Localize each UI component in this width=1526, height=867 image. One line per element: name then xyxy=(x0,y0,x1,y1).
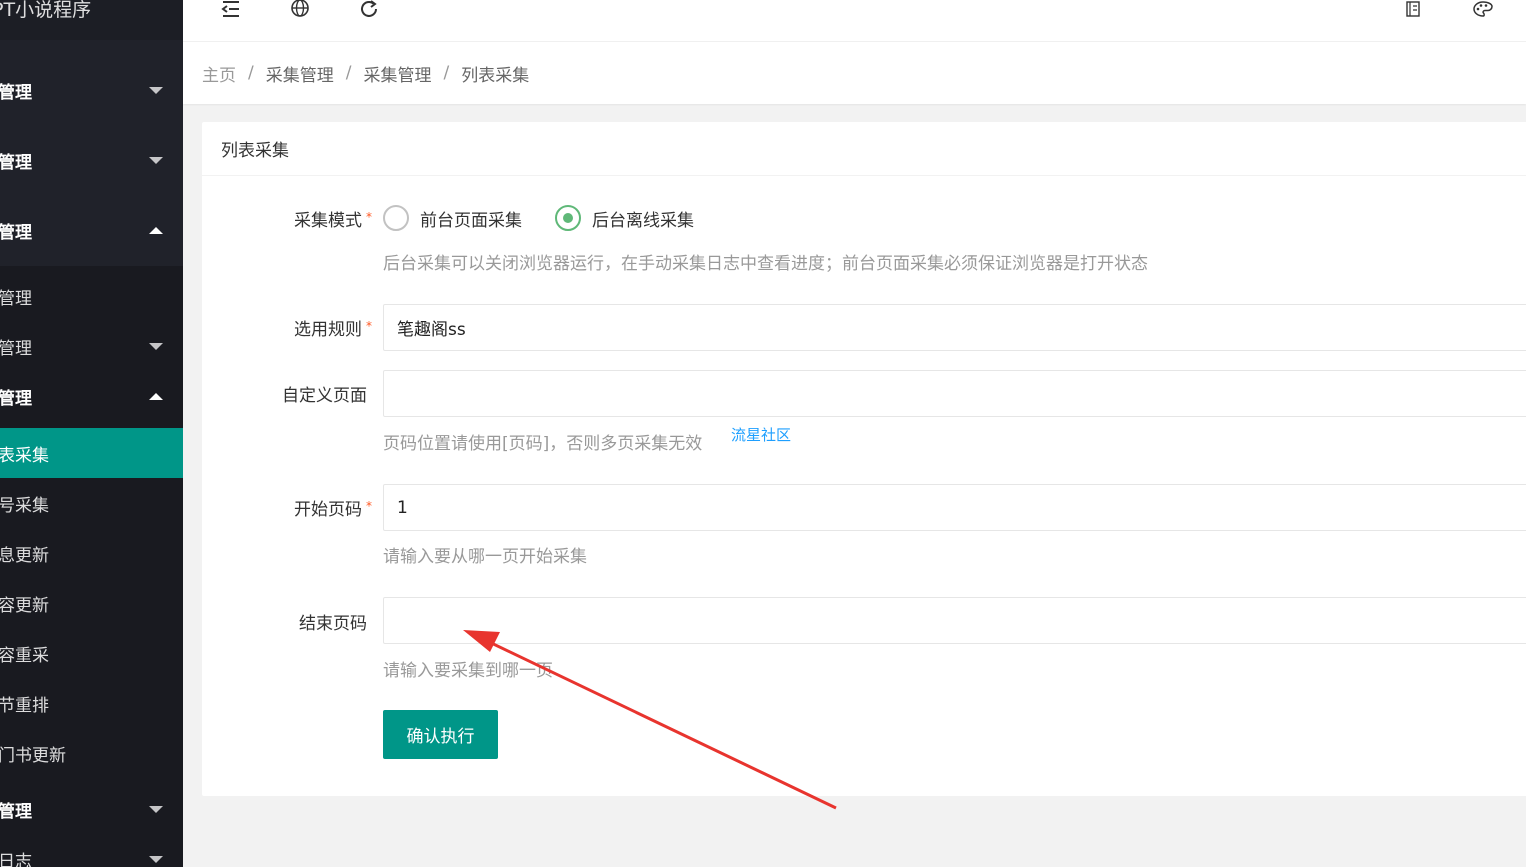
radio-front-page[interactable]: 前台页面采集 xyxy=(383,205,522,231)
required-mark: * xyxy=(366,319,372,333)
sidebar-item-label: 容重采 xyxy=(0,645,49,666)
chevron-down-icon xyxy=(149,86,163,94)
chevron-down-icon xyxy=(149,855,163,863)
sidebar-item-label: 表采集 xyxy=(0,445,49,466)
start-page-label: 开始页码 * xyxy=(202,495,372,520)
sidebar-item-2[interactable]: 管理 xyxy=(0,135,183,185)
watermark-link: 流星社区 xyxy=(731,426,792,444)
sidebar-item-label: 息更新 xyxy=(0,545,49,566)
radio-circle-checked xyxy=(555,205,581,231)
radio-circle xyxy=(383,205,409,231)
chevron-down-icon xyxy=(149,156,163,164)
breadcrumb-item[interactable]: 采集管理 xyxy=(363,61,431,86)
custom-page-hint: 页码位置请使用[页码]，否则多页采集无效 xyxy=(383,434,703,454)
sidebar: PT小说程序 管理 管理 管理 管理 管理 管理 表采集 号采集 息更新 容更新… xyxy=(0,0,183,867)
mode-label-text: 采集模式 xyxy=(294,211,362,231)
end-page-label: 结束页码 xyxy=(299,614,367,634)
sidebar-item-label: 门书更新 xyxy=(0,745,66,766)
sidebar-item-label: 管理 xyxy=(0,801,32,822)
sidebar-item-13[interactable]: 门书更新 xyxy=(0,728,183,778)
required-mark: * xyxy=(366,499,372,513)
sidebar-item-label: 号采集 xyxy=(0,495,49,516)
sidebar-item-8[interactable]: 号采集 xyxy=(0,478,183,528)
sidebar-item-label: 日志 xyxy=(0,851,32,867)
start-page-input[interactable]: 1 xyxy=(383,484,1526,531)
start-page-hint: 请输入要从哪一页开始采集 xyxy=(383,547,587,567)
sidebar-item-label: 管理 xyxy=(0,82,32,103)
start-page-label-text: 开始页码 xyxy=(294,500,362,520)
sidebar-item-1[interactable]: 管理 xyxy=(0,65,183,115)
top-header xyxy=(183,0,1526,42)
sidebar-item-12[interactable]: 节重排 xyxy=(0,678,183,728)
breadcrumb: 主页 / 采集管理 / 采集管理 / 列表采集 xyxy=(183,42,1526,104)
sidebar-item-label: 管理 xyxy=(0,152,32,173)
sidebar-item-label: 管理 xyxy=(0,288,32,309)
breadcrumb-home[interactable]: 主页 xyxy=(202,61,236,86)
form-card: 列表采集 采集模式 * 前台页面采集 后台离线采集 后台采集可以关闭浏览器运行，在… xyxy=(202,122,1526,796)
custom-page-label: 自定义页面 xyxy=(282,386,367,406)
theme-palette-icon[interactable] xyxy=(1471,0,1495,22)
sidebar-item-3[interactable]: 管理 xyxy=(0,205,183,255)
sidebar-item-14[interactable]: 管理 xyxy=(0,784,183,834)
chevron-down-icon xyxy=(149,342,163,350)
sidebar-item-4[interactable]: 管理 xyxy=(0,271,183,321)
sidebar-item-label: 容更新 xyxy=(0,595,49,616)
mode-label: 采集模式 * xyxy=(202,206,372,231)
breadcrumb-current: 列表采集 xyxy=(461,65,530,86)
sidebar-item-9[interactable]: 息更新 xyxy=(0,528,183,578)
breadcrumb-separator: / xyxy=(345,63,352,83)
card-title: 列表采集 xyxy=(202,122,1526,176)
sidebar-item-15[interactable]: 日志 xyxy=(0,834,183,867)
sidebar-item-label: 节重排 xyxy=(0,695,49,716)
globe-icon[interactable] xyxy=(288,0,312,22)
refresh-icon[interactable] xyxy=(358,0,382,22)
confirm-execute-button[interactable]: 确认执行 xyxy=(383,710,498,759)
end-page-input[interactable] xyxy=(383,597,1526,644)
sidebar-item-11[interactable]: 容重采 xyxy=(0,628,183,678)
note-icon[interactable] xyxy=(1401,0,1425,22)
radio-label: 后台离线采集 xyxy=(592,210,694,231)
radio-backend-offline[interactable]: 后台离线采集 xyxy=(555,205,694,231)
sidebar-item-6[interactable]: 管理 xyxy=(0,371,183,421)
sidebar-item-label: 管理 xyxy=(0,338,32,359)
breadcrumb-separator: / xyxy=(443,63,450,83)
rule-label-text: 选用规则 xyxy=(294,320,362,340)
sidebar-item-10[interactable]: 容更新 xyxy=(0,578,183,628)
custom-page-input[interactable] xyxy=(383,370,1526,417)
sidebar-item-label: 管理 xyxy=(0,388,32,409)
end-page-hint: 请输入要采集到哪一页 xyxy=(383,661,553,681)
chevron-down-icon xyxy=(149,805,163,813)
sidebar-item-list-collect[interactable]: 表采集 xyxy=(0,428,183,478)
chevron-up-icon xyxy=(149,226,163,234)
breadcrumb-separator: / xyxy=(248,63,254,83)
rule-select[interactable]: 笔趣阁ss xyxy=(383,304,1526,351)
required-mark: * xyxy=(366,210,372,224)
chevron-up-icon xyxy=(149,392,163,400)
radio-label: 前台页面采集 xyxy=(420,210,522,231)
mode-hint: 后台采集可以关闭浏览器运行，在手动采集日志中查看进度；前台页面采集必须保证浏览器… xyxy=(383,254,1148,274)
breadcrumb-item[interactable]: 采集管理 xyxy=(266,61,334,86)
sidebar-item-5[interactable]: 管理 xyxy=(0,321,183,371)
sidebar-item-label: 管理 xyxy=(0,222,32,243)
menu-fold-icon[interactable] xyxy=(219,0,243,22)
rule-label: 选用规则 * xyxy=(202,315,372,340)
app-logo-title: PT小说程序 xyxy=(0,0,183,40)
